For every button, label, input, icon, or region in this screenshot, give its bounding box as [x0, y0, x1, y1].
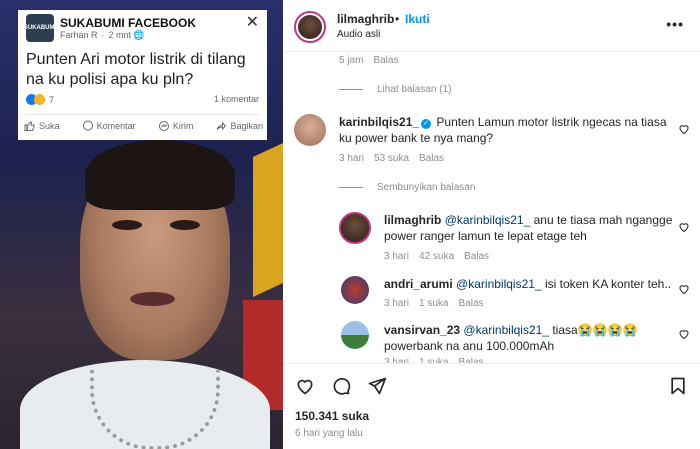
person-eye — [112, 220, 142, 230]
divider — [26, 114, 259, 115]
thumbs-up-icon — [24, 121, 35, 131]
reply-button[interactable]: Balas — [458, 298, 483, 309]
reply-comment: vansirvan_23 @karinbilqis21_ tiasa😭😭😭😭 p… — [384, 322, 674, 354]
post-author: Farhan R — [60, 30, 98, 40]
reply-button[interactable]: Balas — [373, 55, 398, 66]
comment-likes[interactable]: 53 suka — [374, 153, 409, 164]
fb-send-action: Kirim — [158, 120, 193, 132]
hide-replies-button[interactable]: Sembunyikan balasan — [339, 182, 475, 193]
bookmark-icon[interactable] — [668, 376, 688, 396]
fb-like-action: Suka — [24, 120, 60, 132]
comment-time: 3 hari — [384, 298, 410, 309]
follow-button[interactable]: Ikuti — [405, 12, 430, 26]
comment-text: isi token KA konter teh.. — [544, 277, 672, 291]
person-mouth — [130, 292, 175, 306]
comment-time: 5 jam — [339, 55, 364, 66]
verified-badge-icon: ✓ — [421, 119, 432, 129]
separator-dot: • — [395, 12, 400, 26]
comment-username[interactable]: andri_arumi — [384, 277, 453, 291]
fb-comment-action: Komentar — [82, 120, 136, 132]
author-username[interactable]: lilmaghrib — [337, 12, 394, 26]
comment-username[interactable]: karinbilqis21_ — [339, 115, 419, 129]
post-time: 6 hari yang lalu — [295, 428, 363, 439]
haha-reaction-icon — [34, 94, 45, 105]
comment-meta: 3 hari 1 suka Balas — [384, 298, 484, 309]
post-text: Punten Ari motor listrik di tilang na ku… — [26, 51, 246, 88]
avatar[interactable] — [339, 212, 371, 244]
heart-icon[interactable] — [678, 328, 690, 340]
comment-time: 3 hari — [384, 251, 410, 262]
heart-icon[interactable] — [678, 221, 690, 233]
avatar[interactable] — [294, 11, 326, 43]
post-header: lilmaghrib • Ikuti Audio asli ••• — [283, 0, 700, 52]
mention-link[interactable]: @karinbilqis21_ — [456, 277, 542, 291]
close-icon: ✕ — [245, 14, 259, 31]
share-icon[interactable] — [367, 376, 387, 396]
reel-video[interactable]: SUKABUMI SUKABUMI FACEBOOK Farhan R · 2 … — [0, 0, 283, 449]
comment-meta: 3 hari 42 suka Balas — [384, 251, 489, 262]
mention-link[interactable]: @karinbilqis21_ — [463, 323, 549, 337]
comment-username[interactable]: lilmaghrib — [384, 213, 441, 227]
heart-icon[interactable] — [678, 283, 690, 295]
comment-icon — [82, 120, 93, 131]
more-options-icon[interactable]: ••• — [666, 16, 684, 32]
person-eye — [170, 220, 200, 230]
comment-username[interactable]: vansirvan_23 — [384, 323, 460, 337]
audio-label[interactable]: Audio asli — [337, 29, 380, 40]
comment: karinbilqis21_ ✓ Punten Lamun motor listr… — [339, 114, 669, 146]
share-icon — [216, 121, 227, 131]
avatar[interactable] — [341, 276, 369, 304]
messenger-icon — [158, 121, 169, 131]
post-side-panel: lilmaghrib • Ikuti Audio asli ••• 5 jam … — [283, 0, 700, 449]
post-time: 2 mnt — [108, 30, 132, 40]
mention-link[interactable]: @karinbilqis21_ — [445, 213, 531, 227]
reply-comment: andri_arumi @karinbilqis21_ isi token KA… — [384, 276, 674, 292]
reply-comment: lilmaghrib @karinbilqis21_ anu te tiasa … — [384, 212, 674, 244]
background-decoration — [253, 143, 283, 297]
view-replies-button[interactable]: Lihat balasan (1) — [339, 84, 452, 95]
group-avatar: SUKABUMI — [24, 14, 56, 42]
heart-icon[interactable] — [678, 123, 690, 135]
post-actions-footer: 150.341 suka 6 hari yang lalu — [283, 363, 700, 449]
comment-likes[interactable]: 1 suka — [419, 298, 448, 309]
globe-icon: 🌐 — [133, 29, 145, 40]
comment-icon[interactable] — [331, 376, 351, 396]
facebook-post-overlay: SUKABUMI SUKABUMI FACEBOOK Farhan R · 2 … — [18, 10, 267, 140]
fb-share-action: Bagikan — [215, 120, 263, 132]
like-count[interactable]: 150.341 suka — [295, 409, 369, 423]
person-hair — [85, 140, 235, 210]
avatar[interactable] — [294, 114, 326, 146]
comment-likes[interactable]: 42 suka — [419, 251, 454, 262]
comment-time: 3 hari — [339, 153, 365, 164]
group-name: SUKABUMI FACEBOOK — [60, 15, 197, 30]
comment-count: 1 komentar — [213, 94, 259, 104]
previous-comment-meta: 5 jam Balas — [339, 55, 398, 66]
avatar[interactable] — [341, 321, 369, 349]
heart-icon[interactable] — [295, 376, 315, 396]
comment-meta: 3 hari 53 suka Balas — [339, 153, 444, 164]
reply-button[interactable]: Balas — [464, 251, 489, 262]
reply-button[interactable]: Balas — [419, 153, 444, 164]
reaction-count: 7 — [49, 94, 55, 105]
